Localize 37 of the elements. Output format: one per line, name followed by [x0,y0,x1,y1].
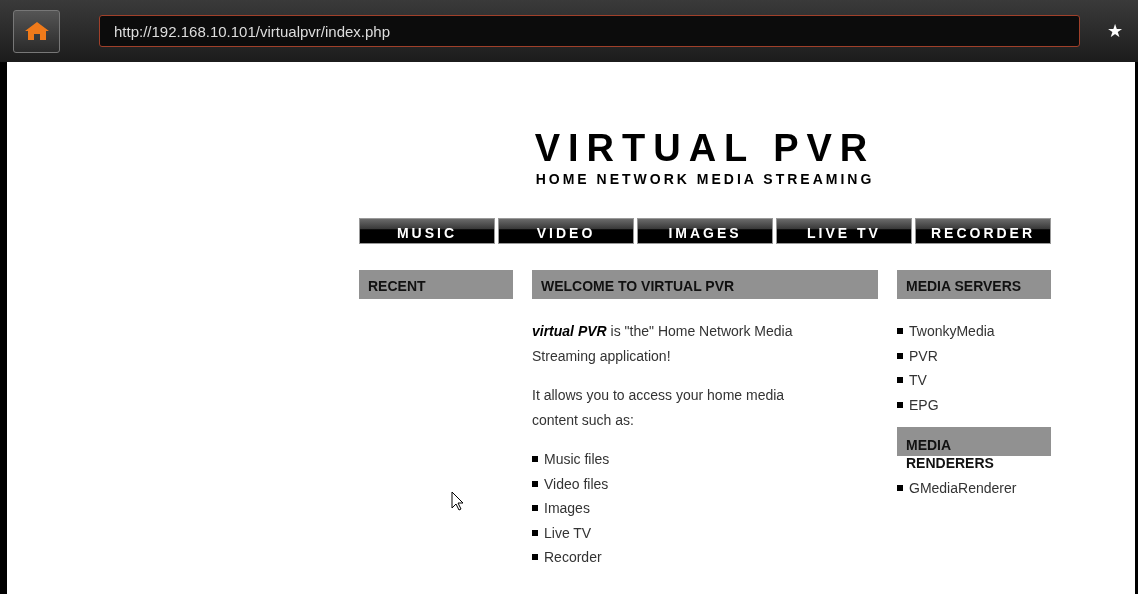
media-link[interactable]: PVR [909,343,938,368]
feature-item: Recorder [544,548,602,567]
nav-tab[interactable]: IMAGES [637,218,773,244]
intro-paragraph: It allows you to access your home media content such as: [532,386,786,430]
bullet-icon [532,456,538,463]
section-heading: MEDIA SERVERS [897,270,1051,299]
address-field[interactable]: http://192.168.10.101/virtualpvr/index.php [99,15,1080,47]
nav-tab[interactable]: VIDEO [498,218,634,244]
bullet-icon [532,480,538,487]
bullet-icon [532,554,538,561]
media-link[interactable]: TwonkyMedia [909,319,995,344]
bullet-icon [532,529,538,536]
section-heading: RECENT [359,270,513,299]
bullet-icon [897,352,903,359]
home-button[interactable] [13,9,60,53]
nav-tab[interactable]: MUSIC [359,218,495,244]
media-link[interactable]: GMediaRenderer [909,476,1017,501]
feature-item: Music files [544,450,610,469]
feature-item: Images [544,499,590,518]
site-subtitle: HOME NETWORK MEDIA STREAMING [534,170,876,188]
media-link[interactable]: TV [909,368,927,393]
mouse-pointer-icon [451,491,465,511]
bookmark-star-icon[interactable]: ★ [1107,20,1123,42]
bullet-icon [897,401,903,408]
nav-tab[interactable]: RECORDER [915,218,1051,244]
feature-item: Video files [544,474,609,494]
bullet-icon [897,328,903,335]
site-title: VIRTUAL PVR [533,126,877,170]
media-link[interactable]: EPG [909,392,939,417]
bullet-icon [897,485,903,492]
nav-tab[interactable]: LIVE TV [776,218,912,244]
house-icon [23,21,50,41]
feature-item: Live TV [544,523,592,543]
bullet-icon [532,505,538,512]
intro-paragraph: virtual PVR is "the" Home Network Media Streaming application! [532,322,794,366]
bullet-icon [897,377,903,384]
section-heading: WELCOME TO VIRTUAL PVR [532,270,878,299]
